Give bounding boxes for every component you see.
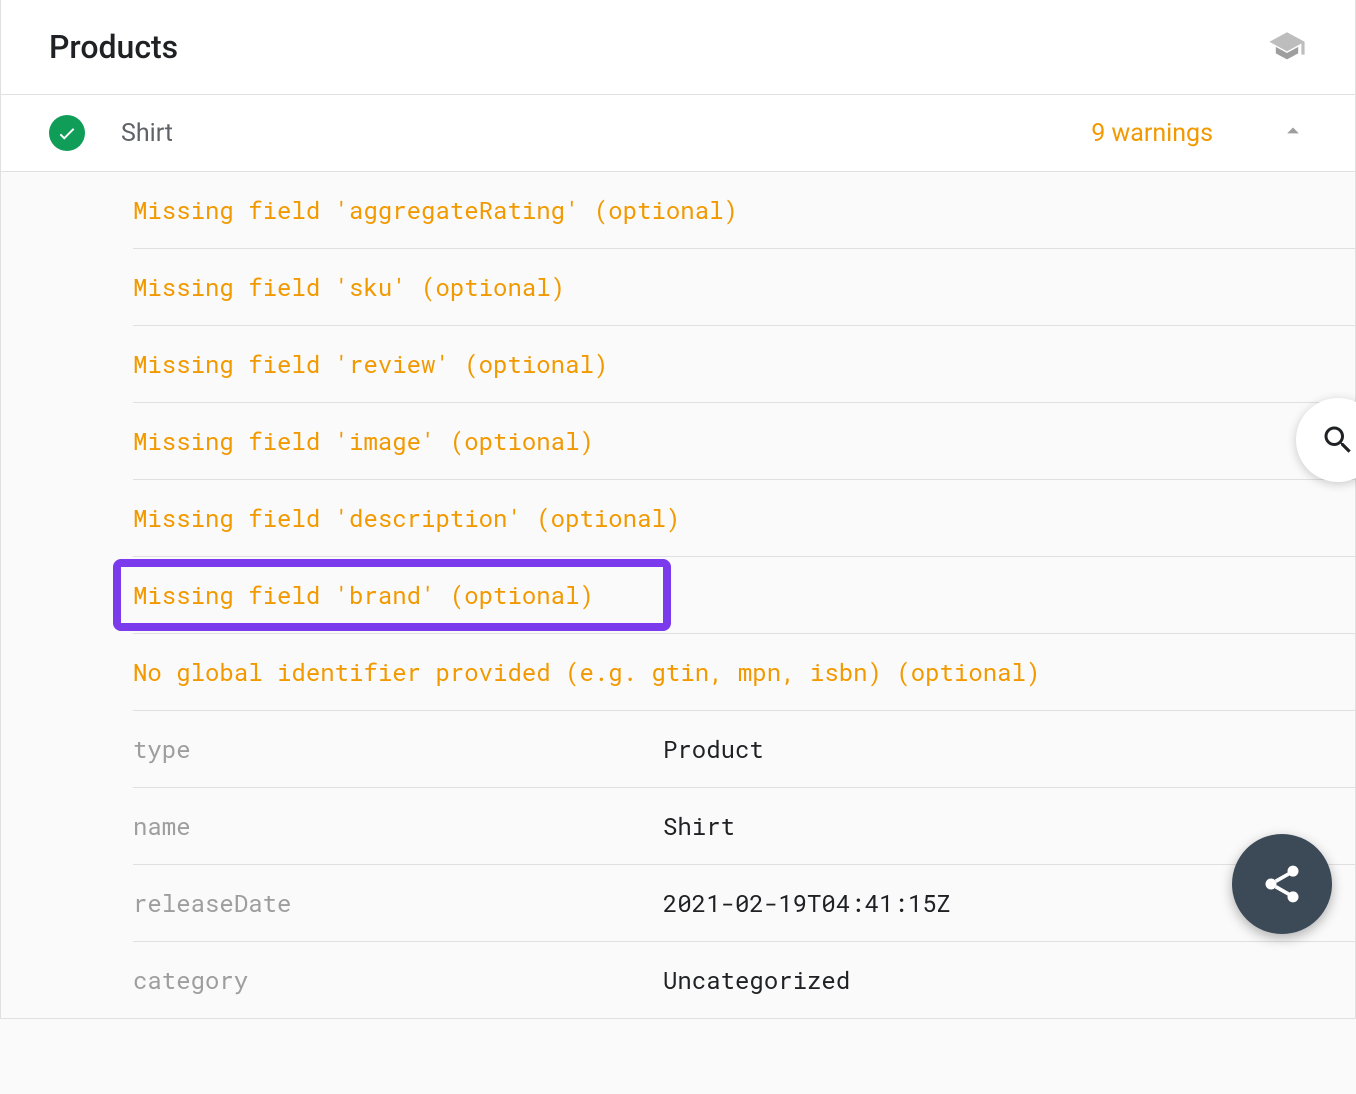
- item-name: Shirt: [121, 119, 1055, 148]
- property-row: typeProduct: [133, 711, 1355, 788]
- item-details: Missing field 'aggregateRating' (optiona…: [1, 172, 1355, 1018]
- property-row: releaseDate2021-02-19T04:41:15Z: [133, 865, 1355, 942]
- property-key: releaseDate: [133, 887, 663, 919]
- warning-row[interactable]: Missing field 'aggregateRating' (optiona…: [133, 172, 1355, 249]
- share-button[interactable]: [1232, 834, 1332, 934]
- panel-header: Products: [1, 0, 1355, 95]
- products-panel: Products Shirt 9 warnings Missing field …: [0, 0, 1356, 1019]
- share-icon: [1260, 862, 1304, 906]
- warning-row[interactable]: Missing field 'sku' (optional): [133, 249, 1355, 326]
- search-icon: [1320, 422, 1356, 458]
- property-value: Uncategorized: [663, 964, 850, 996]
- warning-row[interactable]: Missing field 'brand' (optional): [133, 557, 1355, 634]
- warning-row[interactable]: Missing field 'description' (optional): [133, 480, 1355, 557]
- property-value: 2021-02-19T04:41:15Z: [663, 887, 951, 919]
- checkmark-icon: [56, 122, 78, 144]
- property-key: name: [133, 810, 663, 842]
- warning-row[interactable]: No global identifier provided (e.g. gtin…: [133, 634, 1355, 711]
- highlight-annotation: [113, 559, 671, 631]
- warnings-count: 9 warnings: [1091, 119, 1213, 148]
- page-title: Products: [49, 28, 178, 66]
- property-value: Product: [663, 733, 764, 765]
- chevron-up-icon[interactable]: [1279, 117, 1307, 149]
- status-badge-success: [49, 115, 85, 151]
- item-header-row[interactable]: Shirt 9 warnings: [1, 95, 1355, 172]
- warning-row[interactable]: Missing field 'image' (optional): [133, 403, 1355, 480]
- warning-row[interactable]: Missing field 'review' (optional): [133, 326, 1355, 403]
- education-icon[interactable]: [1267, 29, 1307, 65]
- property-key: type: [133, 733, 663, 765]
- property-row: nameShirt: [133, 788, 1355, 865]
- property-key: category: [133, 964, 663, 996]
- property-row: categoryUncategorized: [133, 942, 1355, 1018]
- property-value: Shirt: [663, 810, 735, 842]
